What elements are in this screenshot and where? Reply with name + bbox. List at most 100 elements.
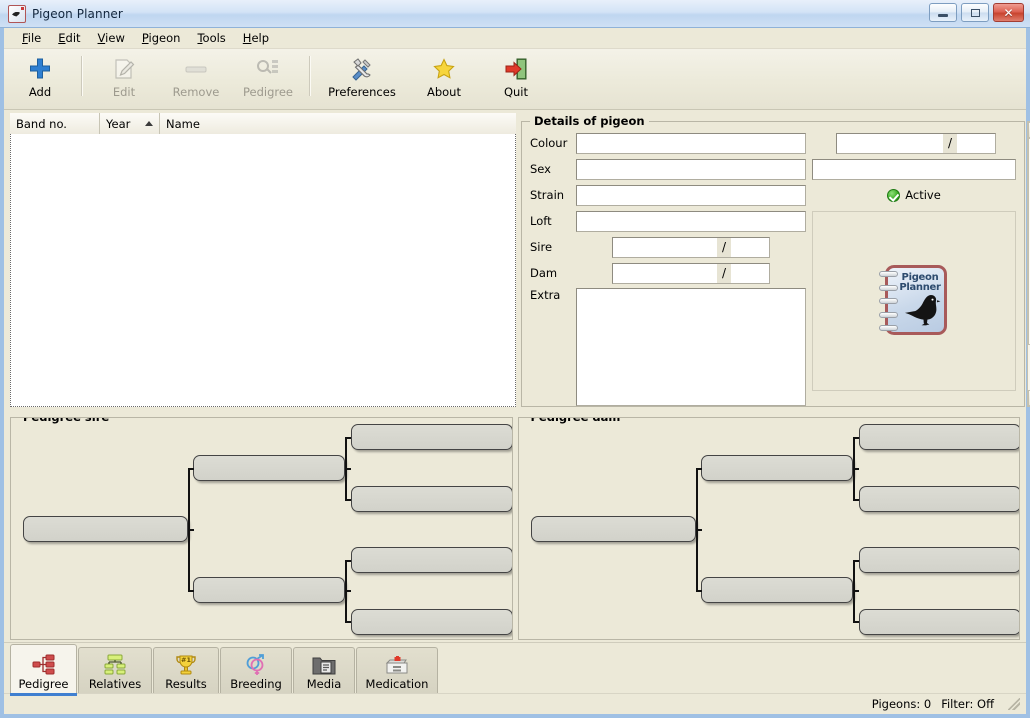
close-button[interactable]: ✕ (993, 3, 1024, 22)
details-row-dam: Dam / (530, 260, 808, 286)
pedigree-connector (695, 590, 702, 592)
pedigree-box[interactable] (193, 455, 345, 481)
column-header-band-no[interactable]: Band no. (10, 113, 100, 135)
pedigree-box[interactable] (351, 609, 512, 635)
column-header-year-label: Year (106, 116, 131, 131)
maximize-icon (970, 8, 980, 17)
tab-medication[interactable]: Medication (356, 647, 438, 693)
column-header-name[interactable]: Name (160, 113, 516, 135)
sire-band-input[interactable] (613, 237, 717, 257)
name-input[interactable] (812, 158, 1016, 180)
pedigree-connector (695, 468, 702, 470)
dam-band-input[interactable] (613, 263, 717, 283)
pedigree-connector (345, 560, 347, 622)
resize-grip-icon[interactable] (1008, 698, 1020, 710)
client-area: File Edit View Pigeon Tools Help Add Edi… (4, 28, 1030, 714)
sire-separator: / (717, 237, 731, 257)
pedigree-box[interactable] (858, 424, 1020, 450)
tab-pedigree-label: Pedigree (18, 677, 69, 691)
toolbar-preferences-button[interactable]: Preferences (316, 52, 408, 104)
dam-year-input[interactable] (731, 263, 769, 283)
window-title: Pigeon Planner (32, 6, 123, 21)
details-row-sex: Sex (530, 156, 808, 182)
menu-item-tools[interactable]: Tools (189, 29, 234, 47)
pedigree-box[interactable] (193, 577, 345, 603)
tab-media-label: Media (306, 677, 342, 691)
pedigree-box[interactable] (23, 516, 188, 542)
pedigree-dam-canvas (523, 424, 1020, 635)
extra-textarea[interactable] (576, 288, 806, 406)
pedigree-box[interactable] (700, 455, 853, 481)
window-controls: ✕ (929, 3, 1024, 22)
tab-results[interactable]: #1 Results (153, 647, 219, 693)
details-row-sire: Sire / (530, 234, 808, 260)
pedigree-connector (188, 468, 190, 592)
label-sex: Sex (530, 162, 551, 176)
status-pigeons-count: Pigeons: 0 (871, 697, 932, 711)
menu-item-pigeon[interactable]: Pigeon (134, 29, 190, 47)
pigeon-list-header: Band no. Year Name (10, 113, 516, 135)
pedigree-connector (852, 437, 855, 499)
pedigree-box[interactable] (351, 424, 512, 450)
pedigree-box[interactable] (858, 547, 1020, 573)
details-row-strain: Strain (530, 182, 808, 208)
maximize-button[interactable] (961, 3, 989, 22)
pedigree-dam-group: Pedigree dam (517, 417, 1020, 640)
column-header-year[interactable]: Year (100, 113, 160, 135)
details-pane: Details of pigeon Colour Sex Strain Loft… (521, 113, 1030, 407)
pigeon-planner-icon (8, 4, 26, 23)
tab-pedigree[interactable]: Pedigree (10, 644, 77, 696)
pedigree-connector (852, 560, 859, 562)
label-extra: Extra (530, 288, 561, 302)
pencil-icon (112, 56, 136, 82)
toolbar-edit-button[interactable]: Edit (88, 52, 160, 104)
pedigree-tree-icon (32, 652, 56, 678)
pedigree-connector (188, 590, 194, 592)
pedigree-box[interactable] (530, 516, 696, 542)
title-bar: Pigeon Planner ✕ (0, 0, 1030, 28)
toolbar-add-button[interactable]: Add (4, 52, 76, 104)
details-row-extra: Extra (530, 288, 808, 406)
pigeon-list-body[interactable] (10, 134, 516, 407)
loft-input[interactable] (576, 210, 806, 232)
sire-year-input[interactable] (731, 237, 769, 257)
pedigree-box[interactable] (858, 486, 1020, 512)
tab-relatives[interactable]: Relatives (78, 647, 152, 693)
tab-breeding[interactable]: Breeding (220, 647, 292, 693)
pedigree-box[interactable] (858, 609, 1020, 635)
strain-input[interactable] (576, 184, 806, 206)
toolbar-pedigree-label: Pedigree (242, 85, 294, 99)
toolbar-remove-label: Remove (172, 85, 220, 99)
pedigree-box[interactable] (700, 577, 853, 603)
pigeon-image-box[interactable]: Pigeon Planner (812, 211, 1016, 391)
label-sire: Sire (530, 240, 553, 254)
toolbar-quit-button[interactable]: Quit (480, 52, 552, 104)
minimize-button[interactable] (929, 3, 957, 22)
menu-item-edit[interactable]: Edit (50, 29, 89, 47)
pedigree-connector (852, 560, 855, 622)
gender-symbols-icon (244, 652, 268, 678)
tab-bar: Pedigree Relatives #1 Results Breeding M… (4, 642, 1026, 696)
toolbar-remove-button[interactable]: Remove (160, 52, 232, 104)
pedigree-box[interactable] (351, 547, 512, 573)
tab-media[interactable]: Media (293, 647, 355, 693)
band-year-input[interactable] (957, 133, 995, 153)
application-window: Pigeon Planner ✕ File Edit View Pigeon T… (0, 0, 1030, 718)
band-no-input[interactable] (837, 133, 943, 153)
dam-field: / (612, 262, 770, 284)
pedigree-box[interactable] (351, 486, 512, 512)
pedigree-sire-group: Pedigree sire (10, 417, 513, 640)
menu-item-help[interactable]: Help (235, 29, 278, 47)
menu-item-view[interactable]: View (90, 29, 134, 47)
column-header-band-no-label: Band no. (16, 116, 67, 131)
toolbar-pedigree-button[interactable]: Pedigree (232, 52, 304, 104)
sex-input[interactable] (576, 158, 806, 180)
details-of-pigeon-group: Details of pigeon Colour Sex Strain Loft… (521, 114, 1025, 407)
band-no-field: / (836, 132, 996, 154)
colour-input[interactable] (576, 132, 806, 154)
menu-item-file[interactable]: File (14, 29, 50, 47)
toolbar-separator-2 (309, 56, 311, 96)
pedigree-connector (345, 560, 351, 562)
toolbar-about-button[interactable]: About (408, 52, 480, 104)
pedigree-connector (345, 621, 351, 623)
